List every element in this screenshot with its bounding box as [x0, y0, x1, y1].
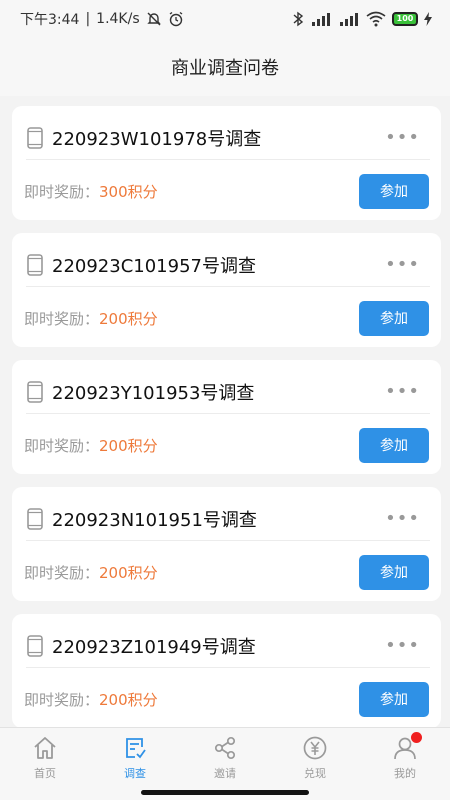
reward: 即时奖励：200积分	[24, 689, 158, 710]
join-button[interactable]: 参加	[359, 300, 429, 336]
tab-label: 邀请	[214, 767, 236, 780]
survey-card-header: 220923Z101949号调查 •••	[26, 624, 430, 668]
charging-icon	[424, 12, 432, 26]
notification-badge	[411, 732, 422, 743]
survey-card-header: 220923Y101953号调查 •••	[26, 370, 430, 414]
reward-label: 即时奖励：	[24, 563, 100, 582]
tab-label: 我的	[394, 767, 416, 780]
signal-icon-2	[338, 11, 360, 27]
more-icon[interactable]: •••	[385, 127, 420, 148]
phone-icon	[26, 507, 44, 530]
status-right: 100	[292, 11, 432, 27]
status-net-speed: 1.4K/s	[96, 11, 140, 27]
reward: 即时奖励：300积分	[24, 181, 158, 202]
survey-title: 220923Y101953号调查	[52, 382, 255, 404]
phone-icon	[26, 634, 44, 657]
reward-label: 即时奖励：	[24, 436, 100, 455]
tab-label: 首页	[34, 767, 56, 780]
survey-card[interactable]: 220923Z101949号调查 ••• 即时奖励：200积分 参加	[12, 614, 441, 728]
tab-label: 调查	[124, 767, 146, 780]
wifi-icon	[366, 11, 386, 27]
tab-mine[interactable]: 我的	[360, 728, 450, 800]
page-header: 商业调查问卷	[0, 38, 450, 96]
reward-label: 即时奖励：	[24, 309, 100, 328]
survey-list: 220923W101978号调查 ••• 即时奖励：300积分 参加 22092…	[12, 106, 441, 741]
survey-card-footer: 即时奖励：200积分 参加	[24, 426, 429, 464]
reward-label: 即时奖励：	[24, 690, 100, 709]
alarm-icon	[168, 11, 184, 27]
survey-card[interactable]: 220923C101957号调查 ••• 即时奖励：200积分 参加	[12, 233, 441, 347]
survey-title: 220923W101978号调查	[52, 128, 262, 150]
share-icon	[211, 734, 239, 762]
survey-title: 220923Z101949号调查	[52, 636, 256, 658]
phone-icon	[26, 380, 44, 403]
status-time: 下午3:44	[20, 12, 80, 28]
status-left: 下午3:44 | 1.4K/s	[20, 9, 184, 29]
yuan-icon	[301, 734, 329, 762]
survey-card[interactable]: 220923Y101953号调查 ••• 即时奖励：200积分 参加	[12, 360, 441, 474]
survey-card-footer: 即时奖励：300积分 参加	[24, 172, 429, 210]
bluetooth-icon	[292, 11, 304, 27]
mute-icon	[146, 11, 162, 27]
home-icon	[31, 734, 59, 762]
battery-icon: 100	[392, 12, 418, 26]
survey-icon	[121, 734, 149, 762]
reward-value: 200积分	[99, 436, 158, 455]
more-icon[interactable]: •••	[385, 635, 420, 656]
reward-value: 300积分	[99, 182, 158, 201]
tab-label: 兑现	[304, 767, 326, 780]
survey-card-header: 220923W101978号调查 •••	[26, 116, 430, 160]
more-icon[interactable]: •••	[385, 254, 420, 275]
reward: 即时奖励：200积分	[24, 435, 158, 456]
survey-card[interactable]: 220923W101978号调查 ••• 即时奖励：300积分 参加	[12, 106, 441, 220]
survey-card-header: 220923C101957号调查 •••	[26, 243, 430, 287]
survey-title: 220923N101951号调查	[52, 509, 257, 531]
survey-card-header: 220923N101951号调查 •••	[26, 497, 430, 541]
reward-value: 200积分	[99, 309, 158, 328]
join-button[interactable]: 参加	[359, 681, 429, 717]
status-bar: 下午3:44 | 1.4K/s 100	[0, 0, 450, 38]
survey-card-footer: 即时奖励：200积分 参加	[24, 299, 429, 337]
join-button[interactable]: 参加	[359, 554, 429, 590]
join-button[interactable]: 参加	[359, 427, 429, 463]
survey-card-footer: 即时奖励：200积分 参加	[24, 553, 429, 591]
reward: 即时奖励：200积分	[24, 308, 158, 329]
signal-icon	[310, 11, 332, 27]
survey-card[interactable]: 220923N101951号调查 ••• 即时奖励：200积分 参加	[12, 487, 441, 601]
reward: 即时奖励：200积分	[24, 562, 158, 583]
reward-value: 200积分	[99, 563, 158, 582]
tab-home[interactable]: 首页	[0, 728, 90, 800]
join-button[interactable]: 参加	[359, 173, 429, 209]
survey-card-footer: 即时奖励：200积分 参加	[24, 680, 429, 718]
status-divider: |	[85, 11, 91, 27]
reward-value: 200积分	[99, 690, 158, 709]
phone-icon	[26, 253, 44, 276]
page-title: 商业调查问卷	[171, 58, 279, 79]
home-indicator[interactable]	[141, 790, 309, 795]
more-icon[interactable]: •••	[385, 381, 420, 402]
reward-label: 即时奖励：	[24, 182, 100, 201]
more-icon[interactable]: •••	[385, 508, 420, 529]
survey-title: 220923C101957号调查	[52, 255, 256, 277]
phone-icon	[26, 126, 44, 149]
